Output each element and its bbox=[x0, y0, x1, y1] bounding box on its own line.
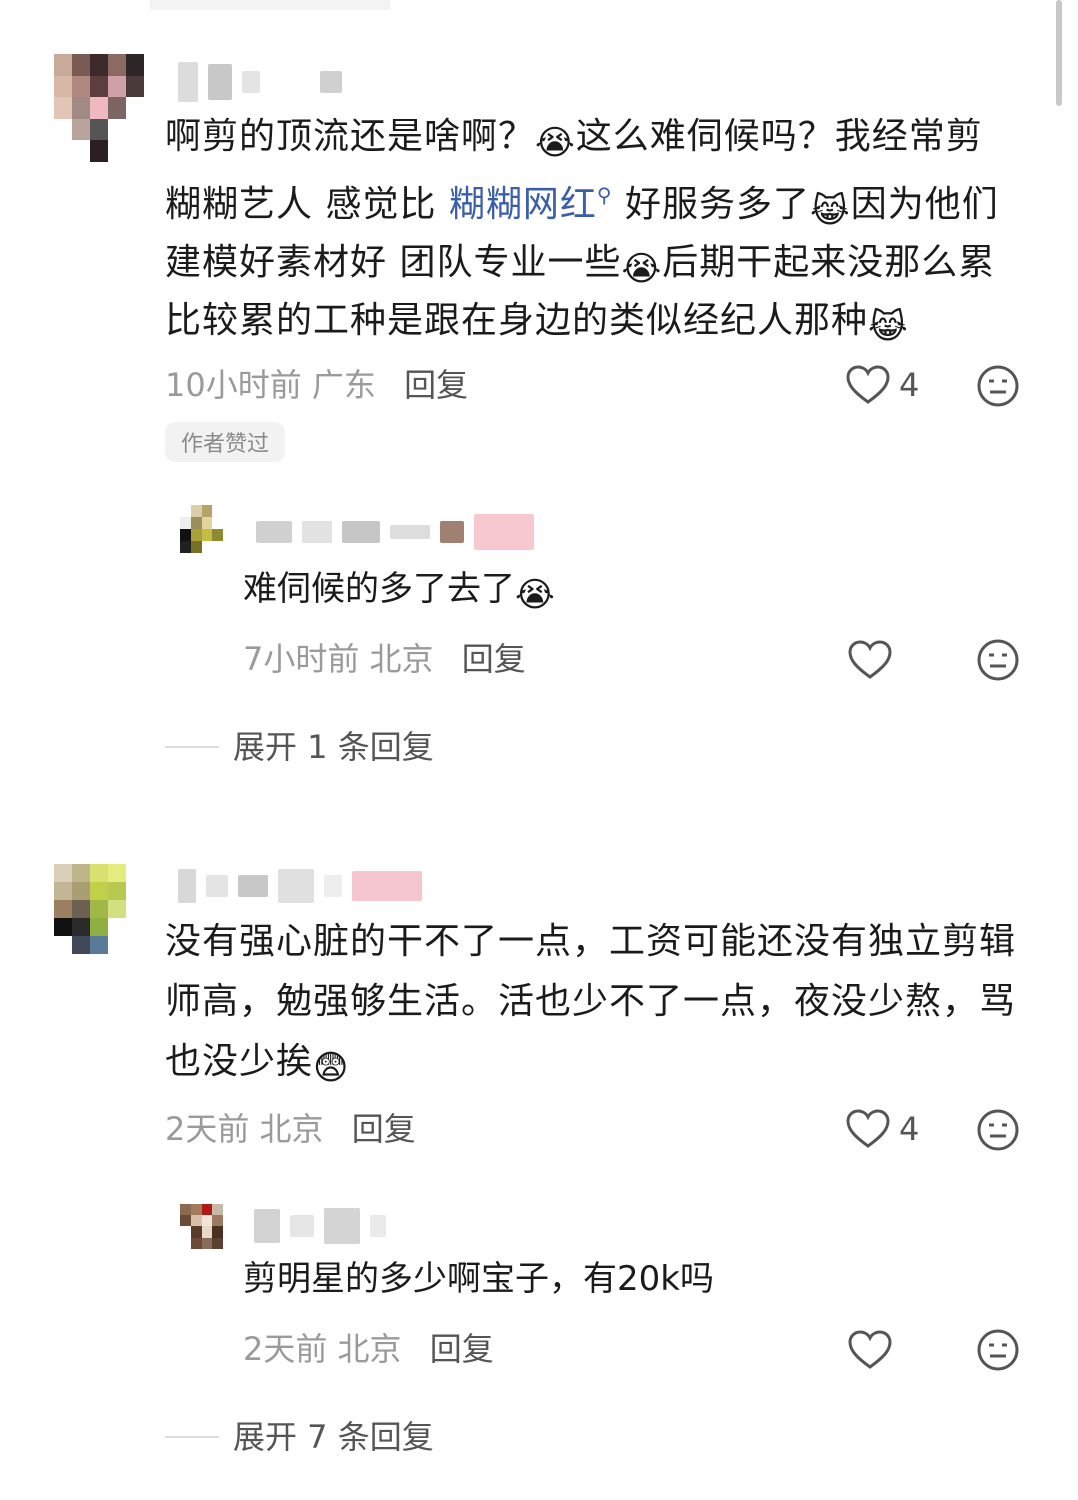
expand-label: 展开 1 条回复 bbox=[233, 728, 434, 766]
expand-replies-button[interactable]: 展开 1 条回复 bbox=[165, 725, 434, 769]
comment-meta: 10小时前 广东 回复 bbox=[165, 363, 468, 407]
like-count: 4 bbox=[899, 1110, 920, 1148]
reply-button[interactable]: 回复 bbox=[462, 640, 526, 678]
keyword-link[interactable]: 糊糊网红 bbox=[449, 184, 597, 225]
location: 广东 bbox=[311, 366, 376, 404]
neutral-face-icon[interactable] bbox=[976, 1328, 1020, 1372]
reply-text: 剪明星的多少啊宝子，有20k吗 bbox=[243, 1259, 714, 1299]
comment-meta: 2天前 北京 回复 bbox=[165, 1107, 416, 1151]
location: 北京 bbox=[369, 640, 434, 678]
laughing-cat-emoji: 😹 bbox=[810, 191, 851, 231]
neutral-face-icon[interactable] bbox=[976, 364, 1020, 408]
reply-meta: 2天前 北京 回复 bbox=[243, 1327, 494, 1371]
timestamp: 7小时前 bbox=[243, 640, 360, 678]
neutral-face-icon[interactable] bbox=[976, 638, 1020, 682]
reply-button[interactable]: 回复 bbox=[352, 1110, 416, 1148]
reply-text: 难伺候的多了去了😭 bbox=[243, 569, 555, 615]
crying-face-emoji: 😭 bbox=[621, 249, 663, 289]
avatar[interactable] bbox=[180, 1204, 234, 1260]
reply-button[interactable]: 回复 bbox=[430, 1330, 494, 1368]
shocked-face-emoji: 😨 bbox=[313, 1048, 350, 1088]
heart-outline-icon[interactable] bbox=[846, 1109, 890, 1149]
laughing-cat-emoji: 😹 bbox=[868, 307, 909, 347]
expand-label: 展开 7 条回复 bbox=[233, 1418, 434, 1456]
timestamp: 10小时前 bbox=[165, 366, 302, 404]
like-count: 4 bbox=[899, 366, 920, 404]
avatar[interactable] bbox=[180, 505, 234, 565]
neutral-face-icon[interactable] bbox=[976, 1108, 1020, 1152]
crying-face-emoji: 😭 bbox=[515, 575, 555, 615]
location: 北京 bbox=[337, 1330, 402, 1368]
location: 北京 bbox=[259, 1110, 324, 1148]
top-divider bbox=[150, 0, 390, 10]
username-blurred[interactable] bbox=[178, 62, 342, 102]
crying-face-emoji: 😭 bbox=[535, 123, 576, 163]
divider bbox=[165, 1436, 219, 1438]
scrollbar[interactable] bbox=[1056, 0, 1062, 106]
reply-button[interactable]: 回复 bbox=[404, 366, 468, 404]
username-blurred[interactable] bbox=[256, 512, 534, 552]
author-liked-badge: 作者赞过 bbox=[165, 422, 286, 462]
heart-outline-icon[interactable] bbox=[848, 1330, 892, 1370]
comment-text: 啊剪的顶流还是啥啊？😭这么难伺候吗？我经常剪 糊糊艺人 感觉比 糊糊网红⚲ 好服… bbox=[165, 116, 999, 347]
timestamp: 2天前 bbox=[243, 1330, 328, 1368]
divider bbox=[165, 746, 219, 748]
avatar[interactable] bbox=[54, 54, 144, 162]
expand-replies-button[interactable]: 展开 7 条回复 bbox=[165, 1415, 434, 1459]
reply-meta: 7小时前 北京 回复 bbox=[243, 637, 526, 681]
username-blurred[interactable] bbox=[254, 1206, 386, 1246]
timestamp: 2天前 bbox=[165, 1110, 250, 1148]
avatar[interactable] bbox=[54, 864, 144, 954]
heart-outline-icon[interactable] bbox=[846, 365, 890, 405]
heart-outline-icon[interactable] bbox=[848, 640, 892, 680]
username-blurred[interactable] bbox=[178, 866, 422, 906]
comment-text: 没有强心脏的干不了一点，工资可能还没有独立剪辑 师高，勉强够生活。活也少不了一点… bbox=[165, 921, 1017, 1088]
search-icon[interactable]: ⚲ bbox=[597, 183, 613, 207]
